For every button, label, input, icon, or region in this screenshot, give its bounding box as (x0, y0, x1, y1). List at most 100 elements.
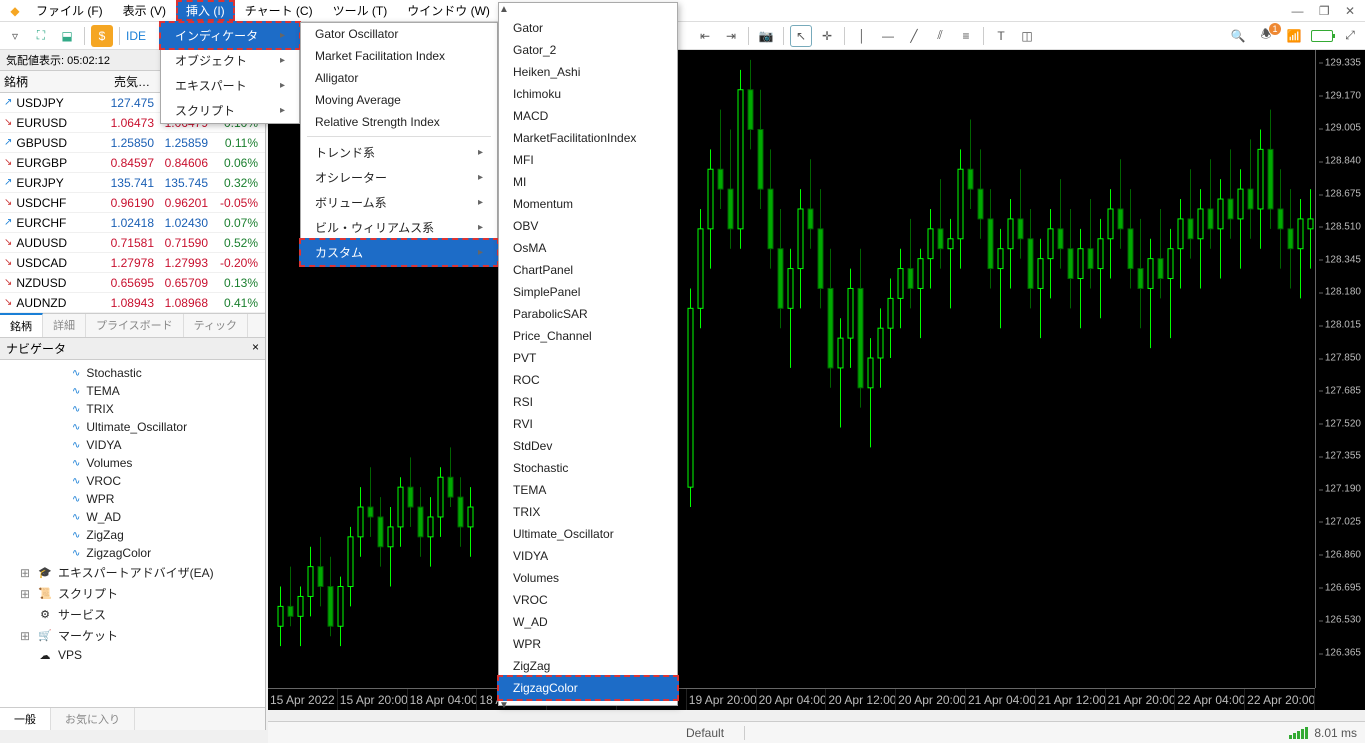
tab-symbols[interactable]: 銘柄 (0, 313, 43, 337)
custom-item-simplepanel[interactable]: SimplePanel (499, 281, 677, 303)
market-watch-row[interactable]: ↘EURGBP 0.84597 0.84606 0.06% (0, 153, 265, 173)
nav-indicator-item[interactable]: ∿Ultimate_Oscillator (2, 418, 263, 436)
custom-item-volumes[interactable]: Volumes (499, 567, 677, 589)
custom-item-price_channel[interactable]: Price_Channel (499, 325, 677, 347)
menu-rsi[interactable]: Relative Strength Index (301, 111, 497, 133)
menu-indicator[interactable]: インディケータ▸ (159, 21, 301, 50)
shift-left-icon[interactable]: ⇤ (694, 25, 716, 47)
menu-insert[interactable]: 挿入 (I) (176, 0, 235, 21)
custom-item-roc[interactable]: ROC (499, 369, 677, 391)
menu-oscillator[interactable]: オシレーター▸ (301, 165, 497, 190)
menu-script[interactable]: スクリプト▸ (161, 98, 299, 123)
market-watch-row[interactable]: ↗EURCHF 1.02418 1.02430 0.07% (0, 213, 265, 233)
nav-indicator-item[interactable]: ∿ZigZag (2, 526, 263, 544)
maximize-icon[interactable]: ❐ (1313, 2, 1336, 20)
col-symbol[interactable]: 銘柄 (0, 71, 100, 92)
nav-indicator-item[interactable]: ∿W_AD (2, 508, 263, 526)
nav-root-item[interactable]: ☁VPS (2, 646, 263, 664)
menu-trend[interactable]: トレンド系▸ (301, 140, 497, 165)
menu-tools[interactable]: ツール (T) (323, 0, 398, 21)
cursor-icon[interactable]: ↖ (790, 25, 812, 47)
tab-details[interactable]: 詳細 (43, 314, 86, 337)
custom-item-heiken_ashi[interactable]: Heiken_Ashi (499, 61, 677, 83)
nav-indicator-item[interactable]: ∿VROC (2, 472, 263, 490)
custom-item-pvt[interactable]: PVT (499, 347, 677, 369)
scroll-down-icon[interactable]: ▼ (499, 699, 677, 713)
market-watch-row[interactable]: ↘AUDNZD 1.08943 1.08968 0.41% (0, 293, 265, 313)
nav-root-item[interactable]: ⊞📜スクリプト (2, 583, 263, 604)
custom-item-vroc[interactable]: VROC (499, 589, 677, 611)
menu-moving-average[interactable]: Moving Average (301, 89, 497, 111)
vline-icon[interactable]: │ (851, 25, 873, 47)
custom-item-stochastic[interactable]: Stochastic (499, 457, 677, 479)
custom-item-tema[interactable]: TEMA (499, 479, 677, 501)
menu-expert[interactable]: エキスパート▸ (161, 73, 299, 98)
channel-icon[interactable]: ⫽ (929, 25, 951, 47)
custom-item-trix[interactable]: TRIX (499, 501, 677, 523)
menu-object[interactable]: オブジェクト▸ (161, 48, 299, 73)
custom-item-zigzagcolor[interactable]: ZigzagColor (497, 675, 679, 701)
menu-alligator[interactable]: Alligator (301, 67, 497, 89)
minimize-icon[interactable]: — (1285, 2, 1309, 20)
nav-root-item[interactable]: ⊞🛒マーケット (2, 625, 263, 646)
custom-item-chartpanel[interactable]: ChartPanel (499, 259, 677, 281)
search-icon[interactable]: 🔍 (1227, 25, 1249, 47)
menu-file[interactable]: ファイル (F) (26, 0, 113, 21)
dropdown-icon[interactable]: ▿ (4, 25, 26, 47)
menu-view[interactable]: 表示 (V) (113, 0, 176, 21)
menu-mfi[interactable]: Market Facilitation Index (301, 45, 497, 67)
market-watch-row[interactable]: ↗EURJPY 135.741 135.745 0.32% (0, 173, 265, 193)
text-icon[interactable]: T (990, 25, 1012, 47)
tab-favorites[interactable]: お気に入り (51, 708, 135, 730)
fibo-icon[interactable]: ≡ (955, 25, 977, 47)
custom-item-parabolicsar[interactable]: ParabolicSAR (499, 303, 677, 325)
custom-item-momentum[interactable]: Momentum (499, 193, 677, 215)
custom-item-rvi[interactable]: RVI (499, 413, 677, 435)
alerts-icon[interactable]: 🕭1 (1255, 25, 1277, 47)
ide-button[interactable]: IDE (126, 25, 146, 47)
custom-item-macd[interactable]: MACD (499, 105, 677, 127)
hline-icon[interactable]: — (877, 25, 899, 47)
wifi-icon[interactable]: 📶 (1283, 25, 1305, 47)
chart-line-icon[interactable]: ⛶ (30, 25, 52, 47)
custom-item-wpr[interactable]: WPR (499, 633, 677, 655)
custom-item-w_ad[interactable]: W_AD (499, 611, 677, 633)
nav-indicator-item[interactable]: ∿VIDYA (2, 436, 263, 454)
custom-item-stddev[interactable]: StdDev (499, 435, 677, 457)
menu-bill-williams[interactable]: ビル・ウィリアムス系▸ (301, 215, 497, 240)
menu-chart[interactable]: チャート (C) (235, 0, 323, 21)
custom-item-obv[interactable]: OBV (499, 215, 677, 237)
menu-volume[interactable]: ボリューム系▸ (301, 190, 497, 215)
camera-icon[interactable]: 📷 (755, 25, 777, 47)
custom-item-mi[interactable]: MI (499, 171, 677, 193)
market-watch-row[interactable]: ↘AUDUSD 0.71581 0.71590 0.52% (0, 233, 265, 253)
trendline-icon[interactable]: ╱ (903, 25, 925, 47)
close-icon[interactable]: ✕ (1339, 2, 1361, 20)
custom-item-ultimate_oscillator[interactable]: Ultimate_Oscillator (499, 523, 677, 545)
tab-tick[interactable]: ティック (184, 314, 248, 337)
close-panel-icon[interactable]: × (252, 340, 259, 357)
nav-indicator-item[interactable]: ∿WPR (2, 490, 263, 508)
custom-item-gator_2[interactable]: Gator_2 (499, 39, 677, 61)
crosshair-icon[interactable]: ✛ (816, 25, 838, 47)
menu-custom[interactable]: カスタム▸ (299, 238, 499, 267)
custom-item-marketfacilitationindex[interactable]: MarketFacilitationIndex (499, 127, 677, 149)
nav-root-item[interactable]: ⊞🎓エキスパートアドバイザ(EA) (2, 562, 263, 583)
nav-indicator-item[interactable]: ∿TEMA (2, 382, 263, 400)
dollar-icon[interactable]: $ (91, 25, 113, 47)
expand-icon[interactable]: ⤢ (1339, 25, 1361, 47)
scroll-up-icon[interactable]: ▲ (499, 3, 677, 17)
nav-indicator-item[interactable]: ∿Volumes (2, 454, 263, 472)
nav-indicator-item[interactable]: ∿Stochastic (2, 364, 263, 382)
custom-item-ichimoku[interactable]: Ichimoku (499, 83, 677, 105)
market-watch-row[interactable]: ↘NZDUSD 0.65695 0.65709 0.13% (0, 273, 265, 293)
nav-indicator-item[interactable]: ∿ZigzagColor (2, 544, 263, 562)
custom-item-vidya[interactable]: VIDYA (499, 545, 677, 567)
menu-gator-oscillator[interactable]: Gator Oscillator (301, 23, 497, 45)
col-bid[interactable]: 売気… (100, 71, 154, 92)
market-watch-row[interactable]: ↗GBPUSD 1.25850 1.25859 0.11% (0, 133, 265, 153)
market-watch-row[interactable]: ↘USDCAD 1.27978 1.27993 -0.20% (0, 253, 265, 273)
nav-root-item[interactable]: ⚙サービス (2, 604, 263, 625)
objects-icon[interactable]: ◫ (1016, 25, 1038, 47)
nav-indicator-item[interactable]: ∿TRIX (2, 400, 263, 418)
